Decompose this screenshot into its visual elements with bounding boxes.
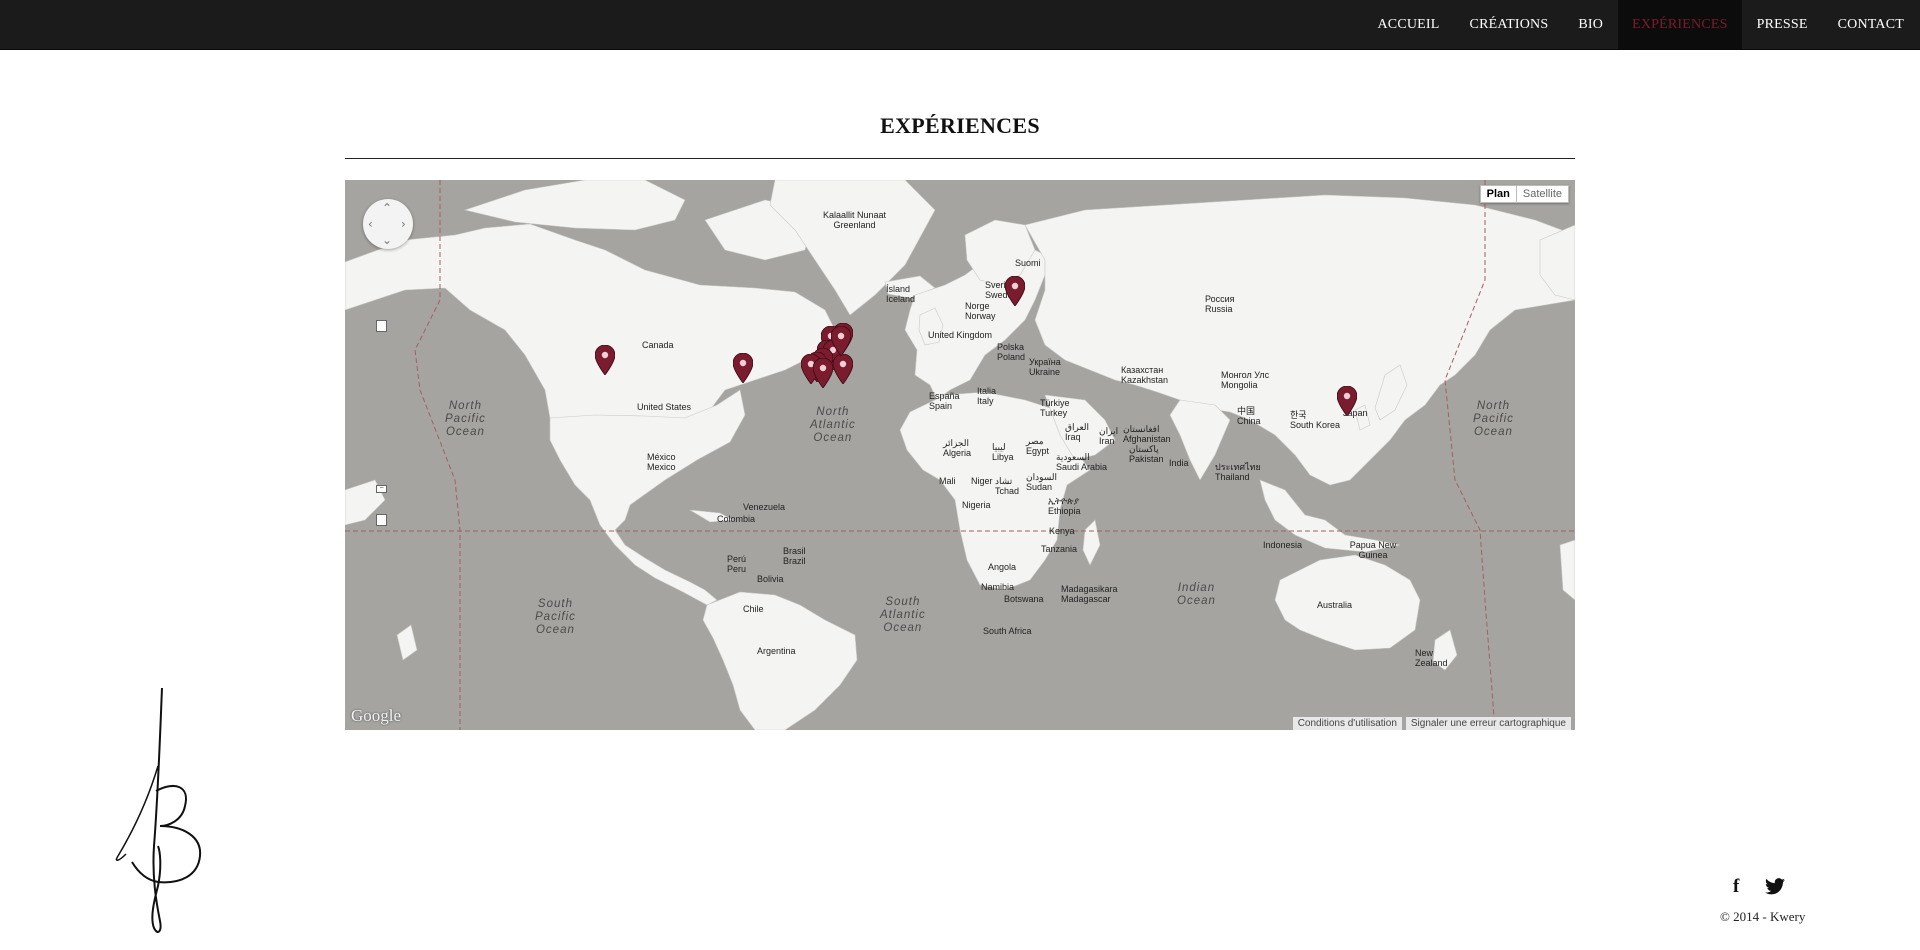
place-label: United Kingdom [928, 330, 993, 340]
nav-item-bio[interactable]: BIO [1563, 0, 1618, 49]
place-label: ประเทศไทย Thailand [1215, 462, 1261, 482]
nav-item-accueil[interactable]: ACCUEIL [1362, 0, 1454, 49]
place-label: Kalaallit Nunaat Greenland [823, 210, 887, 230]
place-label: ኢትዮጵያ Ethiopia [1048, 496, 1081, 516]
place-label: Türkiye Turkey [1040, 398, 1070, 418]
ocean-label: North Pacific Ocean [1473, 400, 1514, 438]
nav-item-experiences[interactable]: EXPÉRIENCES [1618, 0, 1742, 49]
map-pin-icon[interactable] [1337, 386, 1357, 416]
place-label: Angola [988, 562, 1017, 572]
place-label: Казахстан Kazakhstan [1121, 365, 1169, 385]
pan-up-icon[interactable]: ⌃ [382, 202, 392, 214]
map-type-control: Plan Satellite [1479, 185, 1569, 203]
place-label: Tanzania [1041, 544, 1078, 554]
place-label: Mali [939, 476, 956, 486]
place-label: Brasil Brazil [783, 546, 806, 566]
place-label: تشاد Tchad [995, 476, 1020, 496]
place-label: Kenya [1049, 526, 1075, 536]
map-terms-link[interactable]: Conditions d'utilisation [1292, 717, 1402, 730]
nav-item-contact[interactable]: CONTACT [1823, 0, 1920, 49]
place-label: United States [637, 402, 692, 412]
place-label: Colombia [717, 514, 756, 524]
map-pin-icon[interactable] [831, 326, 851, 356]
place-label: Italia Italy [977, 386, 997, 406]
place-label: السودان Sudan [1026, 472, 1058, 492]
place-label: Ísland Iceland [886, 284, 916, 304]
map-pin-icon[interactable] [813, 358, 833, 388]
ocean-label: North Atlantic Ocean [810, 406, 856, 444]
place-label: Madagasikara Madagascar [1061, 584, 1118, 604]
place-label: Україна Ukraine [1029, 357, 1061, 377]
place-label: México Mexico [647, 452, 676, 472]
map-pin-icon[interactable] [595, 345, 615, 375]
place-label: Nigeria [962, 500, 991, 510]
world-map[interactable]: North Pacific Ocean North Atlantic Ocean Sou… [345, 180, 1575, 730]
pan-down-icon[interactable]: ⌄ [382, 234, 392, 246]
place-label: Niger [971, 476, 993, 486]
map-pin-icon[interactable] [733, 353, 753, 383]
place-label: پاکستان Pakistan [1129, 444, 1164, 464]
ocean-label: North Pacific Ocean [445, 400, 486, 438]
map-pin-icon[interactable] [833, 354, 853, 384]
zoom-slider-handle[interactable] [376, 320, 387, 332]
top-navbar: ACCUEIL CRÉATIONS BIO EXPÉRIENCES PRESSE… [0, 0, 1920, 50]
facebook-icon[interactable]: f [1733, 876, 1739, 898]
zoom-level-marker[interactable] [376, 514, 387, 526]
site-logo[interactable] [110, 686, 210, 936]
place-label: Canada [642, 340, 674, 350]
map-attribution: Conditions d'utilisation Signaler une er… [1289, 717, 1571, 730]
place-label: South Africa [983, 626, 1032, 636]
pan-left-icon[interactable]: ‹ [368, 218, 373, 230]
place-label: New Zealand [1415, 648, 1448, 668]
map-report-error-link[interactable]: Signaler une erreur cartographique [1405, 717, 1571, 730]
twitter-icon[interactable] [1765, 878, 1785, 895]
page-title: EXPÉRIENCES [880, 113, 1040, 138]
map-pan-control[interactable]: ⌃ ⌄ ‹ › [363, 199, 413, 249]
google-logo[interactable]: Google [351, 706, 401, 726]
map-pin-icon[interactable] [1005, 276, 1025, 306]
map-type-satellite-button[interactable]: Satellite [1516, 185, 1569, 203]
place-label: Australia [1317, 600, 1353, 610]
ocean-label: Indian Ocean [1177, 582, 1216, 607]
place-label: Botswana [1004, 594, 1044, 604]
pan-right-icon[interactable]: › [401, 218, 406, 230]
place-label: Indonesia [1263, 540, 1303, 550]
nav-item-presse[interactable]: PRESSE [1742, 0, 1823, 49]
place-label: Perú Peru [727, 554, 747, 574]
title-divider [345, 158, 1575, 159]
place-label: Norge Norway [965, 301, 996, 321]
place-label: Namibia [981, 582, 1015, 592]
place-label: España Spain [929, 391, 960, 411]
place-label: الجزائر Algeria [943, 438, 972, 458]
place-label: السعودية Saudi Arabia [1056, 452, 1108, 472]
ocean-label: South Pacific Ocean [535, 598, 576, 636]
place-label: مصر Egypt [1026, 436, 1050, 456]
place-label: 中国 China [1237, 406, 1261, 426]
ocean-label: South Atlantic Ocean [880, 596, 926, 634]
place-label: Venezuela [743, 502, 786, 512]
main-nav: ACCUEIL CRÉATIONS BIO EXPÉRIENCES PRESSE… [1362, 0, 1920, 49]
place-label: Монгол Улс Mongolia [1221, 370, 1270, 390]
place-label: ایران Iran [1099, 426, 1119, 446]
place-label: Bolivia [757, 574, 784, 584]
place-label: العراق Iraq [1065, 422, 1090, 442]
place-label: India [1169, 458, 1189, 468]
place-label: 한국 South Korea [1290, 410, 1341, 430]
place-label: Argentina [757, 646, 796, 656]
copyright-text: © 2014 - Kwery [1720, 909, 1806, 924]
place-label: Polska Poland [997, 342, 1026, 362]
nav-item-creations[interactable]: CRÉATIONS [1455, 0, 1564, 49]
place-label: ليبيا Libya [992, 442, 1014, 462]
map-type-plan-button[interactable]: Plan [1479, 185, 1517, 203]
place-label: افغانستان Afghanistan [1123, 424, 1171, 444]
place-label: Россия Russia [1205, 294, 1235, 314]
place-label: Papua New Guinea [1349, 540, 1397, 560]
zoom-out-icon[interactable]: − [376, 485, 387, 493]
place-label: Suomi [1015, 258, 1041, 268]
place-label: Chile [743, 604, 764, 614]
